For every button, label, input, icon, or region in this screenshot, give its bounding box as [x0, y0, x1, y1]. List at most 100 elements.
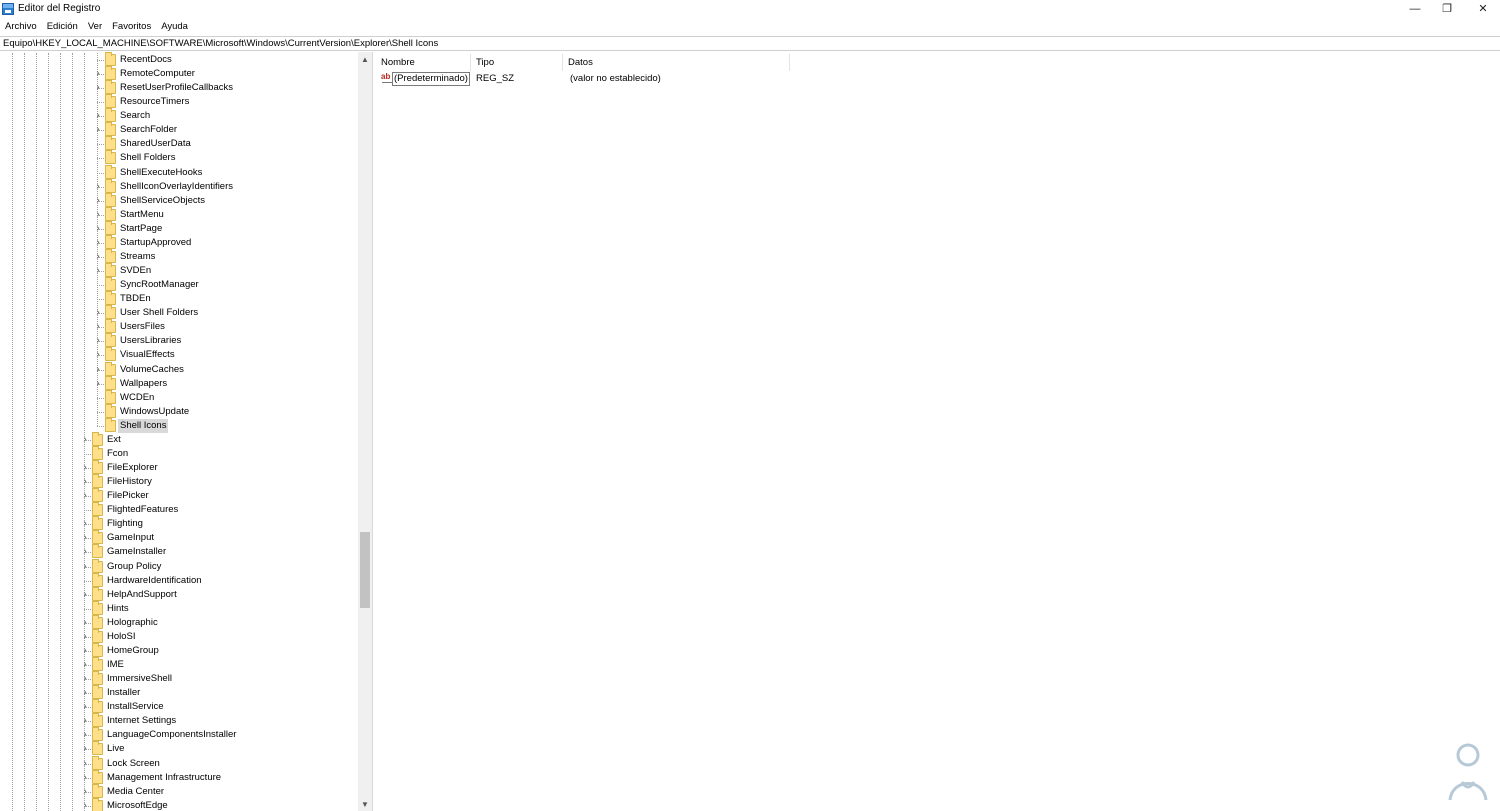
tree-item[interactable]: › StartPage	[0, 220, 358, 236]
expand-chevron-icon[interactable]: ›	[93, 209, 103, 221]
tree-item[interactable]: › Lock Screen	[0, 755, 358, 771]
expand-chevron-icon[interactable]: ›	[80, 490, 90, 502]
tree-item[interactable]: › LanguageComponentsInstaller	[0, 727, 358, 742]
expand-chevron-icon[interactable]: ›	[93, 124, 103, 136]
tree-scrollbar[interactable]: ▲ ▼	[358, 52, 372, 811]
tree-item[interactable]: › Management Infrastructure	[0, 769, 358, 785]
tree-item[interactable]: › StartupApproved	[0, 234, 358, 250]
tree-item[interactable]: › StartMenu	[0, 206, 358, 222]
tree-item[interactable]: › IME	[0, 657, 358, 672]
expand-chevron-icon[interactable]: ›	[80, 434, 90, 446]
tree-item[interactable]: Fcon	[0, 445, 358, 461]
expand-chevron-icon[interactable]: ›	[80, 659, 90, 671]
expand-chevron-icon[interactable]: ›	[80, 786, 90, 798]
tree-item[interactable]: › Search	[0, 108, 358, 123]
scroll-down-icon[interactable]: ▼	[358, 799, 372, 811]
tree-item[interactable]: › SVDEn	[0, 263, 358, 278]
expand-chevron-icon[interactable]: ›	[80, 462, 90, 474]
expand-chevron-icon[interactable]: ›	[93, 68, 103, 80]
tree-item[interactable]: HardwareIdentification	[0, 572, 358, 588]
value-name[interactable]: (Predeterminado)	[392, 72, 470, 86]
expand-chevron-icon[interactable]: ›	[80, 800, 90, 811]
tree-item[interactable]: › Ext	[0, 431, 358, 447]
expand-chevron-icon[interactable]: ›	[80, 532, 90, 544]
tree-item[interactable]: Shell Folders	[0, 150, 358, 165]
tree-item[interactable]: Hints	[0, 600, 358, 616]
tree-item[interactable]: › Internet Settings	[0, 713, 358, 728]
expand-chevron-icon[interactable]: ›	[80, 772, 90, 784]
tree-item[interactable]: RecentDocs	[0, 52, 358, 67]
menu-archivo[interactable]: Archivo	[0, 19, 42, 35]
tree-item[interactable]: › Holographic	[0, 614, 358, 630]
menu-edicion[interactable]: Edición	[42, 19, 83, 35]
tree-item[interactable]: › SearchFolder	[0, 122, 358, 137]
expand-chevron-icon[interactable]: ›	[93, 265, 103, 277]
column-header-nombre[interactable]: Nombre	[376, 54, 471, 71]
expand-chevron-icon[interactable]: ›	[80, 687, 90, 699]
tree-item[interactable]: › ShellServiceObjects	[0, 192, 358, 208]
menu-ver[interactable]: Ver	[83, 19, 107, 35]
tree-item[interactable]: › FileExplorer	[0, 460, 358, 475]
menu-ayuda[interactable]: Ayuda	[156, 19, 193, 35]
tree-item[interactable]: › Streams	[0, 248, 358, 264]
tree-item[interactable]: › VolumeCaches	[0, 361, 358, 377]
expand-chevron-icon[interactable]: ›	[93, 237, 103, 249]
tree-item[interactable]: › Flighting	[0, 516, 358, 531]
expand-chevron-icon[interactable]: ›	[80, 645, 90, 657]
expand-chevron-icon[interactable]: ›	[80, 715, 90, 727]
tree-item[interactable]: › HoloSI	[0, 628, 358, 644]
tree-item[interactable]: › Live	[0, 741, 358, 756]
expand-chevron-icon[interactable]: ›	[80, 743, 90, 755]
tree-item[interactable]: WindowsUpdate	[0, 403, 358, 419]
expand-chevron-icon[interactable]: ›	[93, 110, 103, 122]
expand-chevron-icon[interactable]: ›	[80, 476, 90, 488]
tree-item[interactable]: SyncRootManager	[0, 277, 358, 292]
expand-chevron-icon[interactable]: ›	[80, 701, 90, 713]
expand-chevron-icon[interactable]: ›	[80, 617, 90, 629]
tree-item[interactable]: › RemoteComputer	[0, 66, 358, 81]
expand-chevron-icon[interactable]: ›	[80, 561, 90, 573]
expand-chevron-icon[interactable]: ›	[93, 335, 103, 347]
tree-item[interactable]: › ResetUserProfileCallbacks	[0, 80, 358, 95]
expand-chevron-icon[interactable]: ›	[80, 589, 90, 601]
tree-item[interactable]: › Wallpapers	[0, 375, 358, 391]
scroll-up-icon[interactable]: ▲	[358, 54, 372, 66]
expand-chevron-icon[interactable]: ›	[93, 364, 103, 376]
tree-item[interactable]: › Group Policy	[0, 558, 358, 574]
scroll-thumb[interactable]	[360, 532, 370, 608]
tree-item[interactable]: › Installer	[0, 685, 358, 700]
expand-chevron-icon[interactable]: ›	[93, 181, 103, 193]
menu-favoritos[interactable]: Favoritos	[107, 19, 156, 35]
tree-item[interactable]: › Media Center	[0, 783, 358, 799]
column-header-tipo[interactable]: Tipo	[471, 54, 563, 71]
expand-chevron-icon[interactable]: ›	[93, 223, 103, 235]
expand-chevron-icon[interactable]: ›	[80, 673, 90, 685]
expand-chevron-icon[interactable]: ›	[93, 349, 103, 361]
expand-chevron-icon[interactable]: ›	[80, 729, 90, 741]
expand-chevron-icon[interactable]: ›	[93, 251, 103, 263]
tree-item[interactable]: › MicrosoftEdge	[0, 797, 358, 811]
tree-item[interactable]: TBDEn	[0, 291, 358, 306]
expand-chevron-icon[interactable]: ›	[93, 378, 103, 390]
tree-item[interactable]: Shell Icons	[0, 417, 358, 433]
tree-item[interactable]: › User Shell Folders	[0, 305, 358, 320]
tree-item[interactable]: › GameInput	[0, 530, 358, 545]
tree-item[interactable]: ResourceTimers	[0, 94, 358, 109]
expand-chevron-icon[interactable]: ›	[80, 758, 90, 770]
expand-chevron-icon[interactable]: ›	[80, 546, 90, 558]
restore-button[interactable]: ❐	[1428, 0, 1466, 19]
tree-item[interactable]: › GameInstaller	[0, 544, 358, 559]
tree-item[interactable]: › InstallService	[0, 699, 358, 714]
expand-chevron-icon[interactable]: ›	[80, 518, 90, 530]
tree-item[interactable]: › UsersFiles	[0, 319, 358, 334]
tree-item[interactable]: › VisualEffects	[0, 347, 358, 362]
tree-item[interactable]: › ImmersiveShell	[0, 671, 358, 686]
tree-item[interactable]: › FilePicker	[0, 488, 358, 503]
expand-chevron-icon[interactable]: ›	[93, 82, 103, 94]
expand-chevron-icon[interactable]: ›	[93, 321, 103, 333]
tree-item[interactable]: › FileHistory	[0, 474, 358, 489]
tree-item[interactable]: › HomeGroup	[0, 642, 358, 658]
tree-item[interactable]: ShellExecuteHooks	[0, 164, 358, 180]
address-bar[interactable]: Equipo\HKEY_LOCAL_MACHINE\SOFTWARE\Micro…	[0, 36, 1500, 51]
column-header-datos[interactable]: Datos	[563, 54, 790, 71]
